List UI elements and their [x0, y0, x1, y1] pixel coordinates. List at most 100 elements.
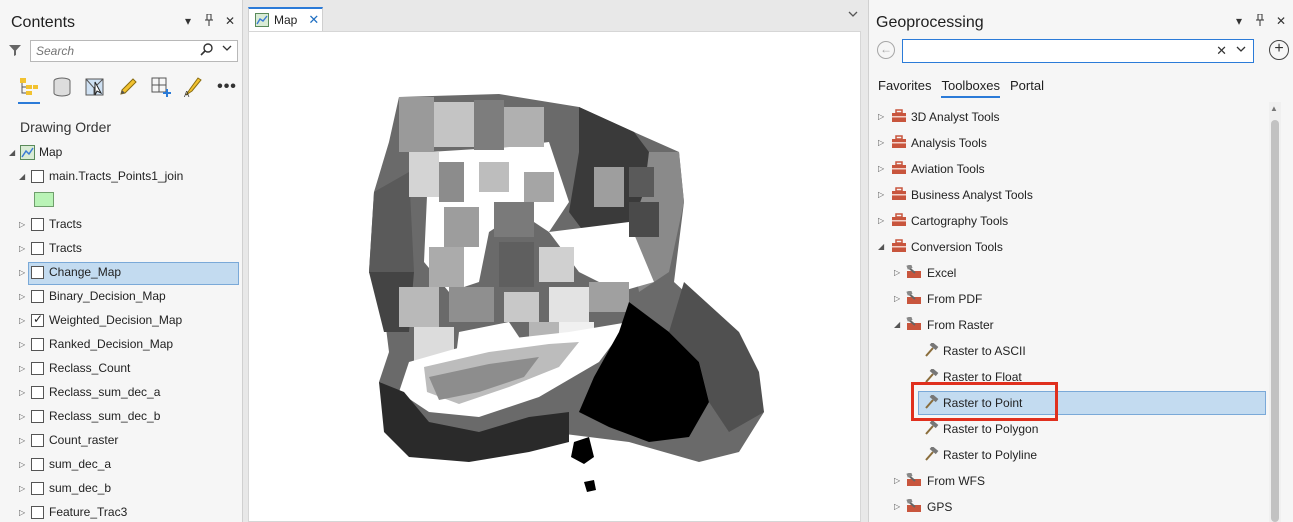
layer-row[interactable]: ▷ Reclass_sum_dec_a — [0, 381, 242, 405]
layer-row[interactable]: ▷ Reclass_Count — [0, 357, 242, 381]
pane-options-icon[interactable]: ▾ — [182, 14, 194, 29]
expander-icon[interactable]: ▷ — [19, 220, 25, 229]
layer-visibility-checkbox[interactable] — [31, 290, 44, 303]
geoprocessing-search-input[interactable] — [903, 40, 1203, 62]
expander-icon[interactable]: ▷ — [894, 502, 900, 511]
chevron-down-icon[interactable] — [222, 44, 232, 55]
layer-visibility-checkbox[interactable] — [31, 362, 44, 375]
tab-map[interactable]: Map ✕ — [248, 7, 323, 31]
layer-row[interactable]: ▷ Binary_Decision_Map — [0, 285, 242, 309]
tree-item-toolbox[interactable]: ▷ Aviation Tools — [869, 156, 1269, 182]
search-icon[interactable] — [200, 43, 213, 59]
layer-row[interactable]: ▷ Reclass_sum_dec_b — [0, 405, 242, 429]
layer-visibility-checkbox[interactable] — [31, 410, 44, 423]
tab-toolboxes[interactable]: Toolboxes — [941, 78, 1001, 98]
expander-icon[interactable]: ▷ — [19, 508, 25, 517]
expander-icon[interactable]: ▷ — [894, 268, 900, 277]
geoprocessing-search-box[interactable]: ✕ — [902, 39, 1254, 63]
layer-visibility-checkbox[interactable] — [31, 506, 44, 519]
list-by-source-button[interactable] — [51, 75, 73, 99]
tree-item-toolset[interactable]: ▷ Excel — [869, 260, 1269, 286]
map-node[interactable]: ◢ Map — [0, 141, 242, 165]
layer-row[interactable]: ▷ Tracts — [0, 237, 242, 261]
layer-row[interactable]: ▷ sum_dec_b — [0, 477, 242, 501]
layer-row[interactable]: ▷ Weighted_Decision_Map — [0, 309, 242, 333]
pin-icon[interactable] — [203, 13, 215, 29]
list-by-drawing-order-button[interactable] — [18, 75, 40, 104]
expander-icon[interactable]: ◢ — [19, 172, 25, 181]
expander-icon[interactable]: ▷ — [19, 460, 25, 469]
collapse-icon[interactable]: ◢ — [894, 320, 900, 329]
map-canvas[interactable] — [248, 31, 861, 522]
scroll-up-icon[interactable]: ▲ — [1270, 104, 1278, 113]
layer-visibility-checkbox[interactable] — [31, 434, 44, 447]
tree-item-tool[interactable]: Raster to ASCII — [869, 338, 1269, 364]
tree-item-tool[interactable]: Raster to Float — [869, 364, 1269, 390]
layer-row[interactable]: ▷ Feature_Trac3 — [0, 501, 242, 522]
list-by-snapping-button[interactable] — [150, 75, 172, 99]
layer-visibility-checkbox[interactable] — [31, 266, 44, 279]
layer-row[interactable]: ▷ sum_dec_a — [0, 453, 242, 477]
expander-icon[interactable]: ▷ — [878, 164, 884, 173]
tab-favorites[interactable]: Favorites — [878, 78, 931, 98]
layer-row[interactable]: ◢ main.Tracts_Points1_join — [0, 165, 242, 189]
list-by-selection-button[interactable] — [84, 75, 106, 99]
layer-visibility-checkbox[interactable] — [31, 242, 44, 255]
contents-search-box[interactable] — [30, 40, 238, 62]
pane-options-icon[interactable]: ▾ — [1233, 14, 1245, 29]
tree-item-toolbox[interactable]: ▷ Analysis Tools — [869, 130, 1269, 156]
layer-visibility-checkbox[interactable] — [31, 338, 44, 351]
contents-search-input[interactable] — [31, 41, 181, 61]
expander-icon[interactable]: ▷ — [19, 364, 25, 373]
tree-item-toolbox[interactable]: ▷ 3D Analyst Tools — [869, 104, 1269, 130]
expander-icon[interactable]: ▷ — [19, 412, 25, 421]
layer-visibility-checkbox[interactable] — [31, 218, 44, 231]
list-by-editing-button[interactable] — [117, 75, 139, 99]
back-arrow-icon[interactable]: ← — [877, 41, 895, 59]
expander-icon[interactable]: ▷ — [878, 190, 884, 199]
tree-item-toolset[interactable]: ▷ From WFS — [869, 468, 1269, 494]
expander-icon[interactable]: ▷ — [19, 484, 25, 493]
layer-visibility-checkbox[interactable] — [31, 312, 44, 327]
expander-icon[interactable]: ▷ — [19, 340, 25, 349]
tree-item-toolset[interactable]: ◢ From Raster — [869, 312, 1269, 338]
tree-item-toolbox[interactable]: ▷ Business Analyst Tools — [869, 182, 1269, 208]
tree-item-tool[interactable]: Raster to Polyline — [869, 442, 1269, 468]
geoprocessing-scrollbar[interactable]: ▲ — [1269, 102, 1281, 522]
tree-item-toolset[interactable]: ▷ From PDF — [869, 286, 1269, 312]
tree-item-toolbox[interactable]: ◢ Conversion Tools — [869, 234, 1269, 260]
expander-icon[interactable]: ▷ — [878, 112, 884, 121]
list-by-labeling-button[interactable]: A — [183, 75, 205, 99]
add-icon[interactable]: + — [1269, 40, 1289, 60]
layer-row[interactable]: ▷ Ranked_Decision_Map — [0, 333, 242, 357]
tree-item-toolbox[interactable]: ▷ Cartography Tools — [869, 208, 1269, 234]
chevron-down-icon[interactable] — [848, 10, 858, 21]
tree-item-tool-selected[interactable]: Raster to Point — [869, 390, 1269, 416]
collapse-icon[interactable]: ◢ — [878, 242, 884, 251]
expander-icon[interactable]: ▷ — [19, 244, 25, 253]
expander-icon[interactable]: ▷ — [894, 294, 900, 303]
close-icon[interactable]: ✕ — [1275, 14, 1287, 29]
expander-icon[interactable]: ▷ — [878, 138, 884, 147]
expander-icon[interactable]: ▷ — [19, 436, 25, 445]
expander-icon[interactable]: ▷ — [19, 388, 25, 397]
expander-icon[interactable]: ▷ — [19, 316, 25, 325]
close-icon[interactable]: ✕ — [308, 12, 319, 28]
layer-visibility-checkbox[interactable] — [31, 458, 44, 471]
tree-item-tool[interactable]: Raster to Polygon — [869, 416, 1269, 442]
chevron-down-icon[interactable] — [1236, 45, 1246, 56]
expander-icon[interactable]: ▷ — [19, 268, 25, 277]
tab-portal[interactable]: Portal — [1010, 78, 1044, 98]
close-icon[interactable]: ✕ — [224, 14, 236, 29]
more-options-icon[interactable]: ••• — [216, 75, 238, 99]
collapse-icon[interactable]: ◢ — [9, 148, 15, 157]
layer-visibility-checkbox[interactable] — [31, 170, 44, 183]
layer-row[interactable]: ▷ Tracts — [0, 213, 242, 237]
layer-row-selected[interactable]: ▷ Change_Map — [0, 261, 242, 285]
scrollbar-thumb[interactable] — [1271, 120, 1279, 522]
clear-icon[interactable]: ✕ — [1216, 43, 1227, 59]
layer-row[interactable]: ▷ Count_raster — [0, 429, 242, 453]
filter-icon[interactable] — [8, 43, 22, 57]
expander-icon[interactable]: ▷ — [878, 216, 884, 225]
pin-icon[interactable] — [1254, 13, 1266, 29]
